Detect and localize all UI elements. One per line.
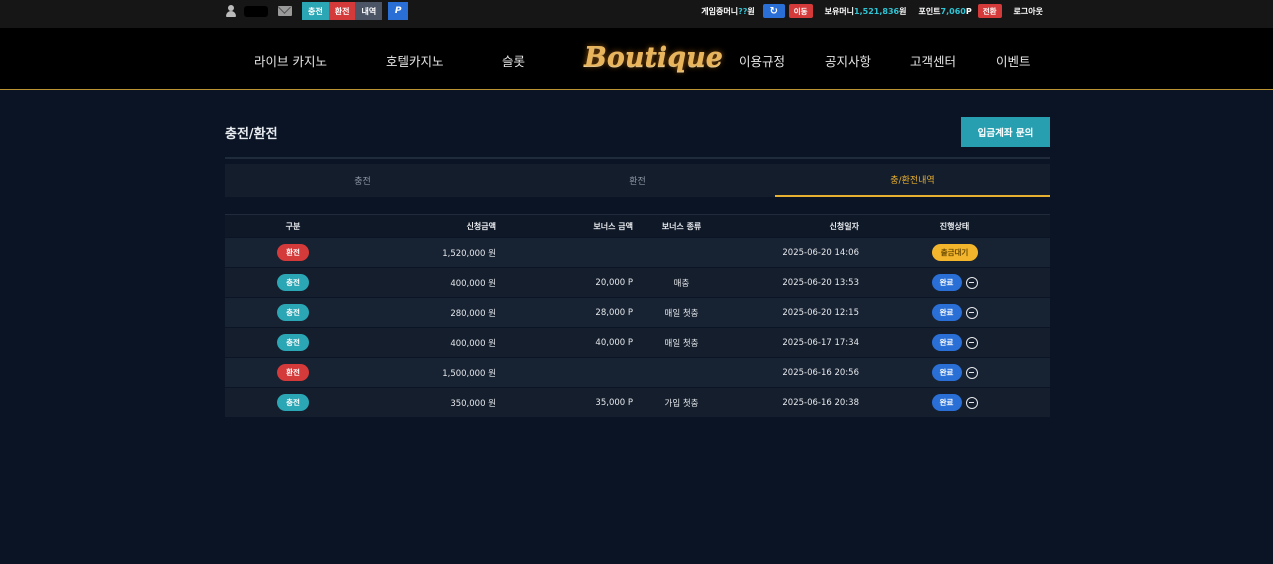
bonus-type-cell: 매일 첫충 xyxy=(664,338,699,349)
table-row: 충전 280,000 원 28,000 P 매일 첫충 2025-06-20 1… xyxy=(225,297,1050,327)
type-badge: 충전 xyxy=(277,304,309,321)
type-badge: 충전 xyxy=(277,274,309,291)
bonus-cell: 35,000 P xyxy=(595,397,633,408)
game-money-label: 게임중머니 xyxy=(701,6,739,16)
amount-cell: 280,000 원 xyxy=(450,308,496,319)
nav-item-live-casino[interactable]: 라이브 카지노 xyxy=(254,51,327,70)
type-badge: 충전 xyxy=(277,334,309,351)
status-badge: 완료 xyxy=(931,334,962,351)
page-title: 충전/환전 xyxy=(225,127,278,142)
header-status: 진행상태 xyxy=(939,221,970,231)
nav-item-event[interactable]: 이벤트 xyxy=(996,51,1031,70)
bonus-type-cell: 가입 첫충 xyxy=(664,398,699,409)
top-bar-left: 충전 환전 내역 P xyxy=(226,1,409,21)
date-cell: 2025-06-20 14:06 xyxy=(782,247,859,258)
table-header: 구분 신청금액 보너스 금액 보너스 종류 신청일자 진행상태 xyxy=(225,214,1050,237)
amount-cell: 1,520,000 원 xyxy=(442,248,496,259)
exchange-shortcut-button[interactable]: 환전 xyxy=(328,2,356,20)
table-row: 충전 400,000 원 20,000 P 매충 2025-06-20 13:5… xyxy=(225,267,1050,297)
date-cell: 2025-06-20 13:53 xyxy=(782,277,859,288)
point-value: 7,060 xyxy=(940,6,966,16)
amount-cell: 400,000 원 xyxy=(450,278,496,289)
point-unit: P xyxy=(965,6,972,16)
nav-item-support[interactable]: 고객센터 xyxy=(910,51,956,70)
type-badge: 충전 xyxy=(277,394,309,411)
status-badge: 완료 xyxy=(931,394,962,411)
history-shortcut-button[interactable]: 내역 xyxy=(355,2,383,20)
nav-item-hotel-casino[interactable]: 호텔카지노 xyxy=(386,51,444,70)
holding-money-unit: 원 xyxy=(899,6,907,16)
date-cell: 2025-06-16 20:56 xyxy=(782,367,859,378)
bonus-cell: 28,000 P xyxy=(595,307,633,318)
mail-icon[interactable] xyxy=(278,6,292,16)
masked-username xyxy=(244,5,268,17)
header-bonus: 보너스 금액 xyxy=(593,221,633,231)
tab-bar: 충전 환전 충/환전내역 xyxy=(225,164,1050,197)
deposit-account-inquiry-button[interactable]: 입금계좌 문의 xyxy=(961,117,1050,147)
delete-minus-icon[interactable] xyxy=(965,366,978,379)
table-row: 충전 350,000 원 35,000 P 가입 첫충 2025-06-16 2… xyxy=(225,387,1050,417)
delete-minus-icon[interactable] xyxy=(965,306,978,319)
convert-button[interactable]: 전환 xyxy=(977,4,1002,18)
status-badge: 출금대기 xyxy=(931,244,978,261)
table-row: 충전 400,000 원 40,000 P 매일 첫충 2025-06-17 1… xyxy=(225,327,1050,357)
tab-history[interactable]: 충/환전내역 xyxy=(775,164,1050,197)
move-button[interactable]: 이동 xyxy=(788,4,813,18)
charge-shortcut-button[interactable]: 충전 xyxy=(302,2,329,20)
tab-exchange[interactable]: 환전 xyxy=(500,164,775,197)
user-icon xyxy=(226,5,236,17)
header-type: 구분 xyxy=(285,221,301,231)
game-money-unit: 원 xyxy=(747,6,755,16)
status-badge: 완료 xyxy=(931,274,962,291)
date-cell: 2025-06-16 20:38 xyxy=(782,397,859,408)
date-cell: 2025-06-20 12:15 xyxy=(782,307,859,318)
tab-charge[interactable]: 충전 xyxy=(225,164,500,197)
holding-money-label: 보유머니 xyxy=(824,6,855,16)
amount-cell: 350,000 원 xyxy=(450,398,496,409)
amount-cell: 400,000 원 xyxy=(450,338,496,349)
point-label: 포인트 xyxy=(918,6,941,16)
refresh-icon[interactable]: ↻ xyxy=(762,4,785,18)
top-bar-right: 게임중머니 ?? 원 ↻ 이동 보유머니 1,521,836 원 포인트 7,0… xyxy=(701,1,1043,21)
logout-link[interactable]: 로그아웃 xyxy=(1014,6,1043,17)
top-bar: 충전 환전 내역 P 게임중머니 ?? 원 ↻ 이동 보유머니 1,521,83… xyxy=(0,0,1273,28)
header-bonus-type: 보너스 종류 xyxy=(661,221,702,231)
header-date: 신청일자 xyxy=(829,221,859,231)
delete-minus-icon[interactable] xyxy=(965,276,978,289)
delete-minus-icon[interactable] xyxy=(965,396,978,409)
brand-logo[interactable]: Boutique xyxy=(584,40,723,80)
point-icon-button[interactable]: P xyxy=(388,2,409,20)
nav-item-slot[interactable]: 슬롯 xyxy=(502,51,525,70)
header-amount: 신청금액 xyxy=(466,221,496,231)
nav-item-notice[interactable]: 공지사항 xyxy=(825,51,871,70)
date-cell: 2025-06-17 17:34 xyxy=(782,337,859,348)
game-money-value: ?? xyxy=(738,6,748,16)
table-row: 환전 1,500,000 원 2025-06-16 20:56 완료 xyxy=(225,357,1050,387)
divider xyxy=(225,157,1050,159)
history-table: 구분 신청금액 보너스 금액 보너스 종류 신청일자 진행상태 환전 1,520… xyxy=(225,214,1050,417)
amount-cell: 1,500,000 원 xyxy=(442,368,496,379)
bonus-cell: 20,000 P xyxy=(595,277,633,288)
holding-money-value: 1,521,836 xyxy=(854,6,900,16)
table-row: 환전 1,520,000 원 2025-06-20 14:06 출금대기 xyxy=(225,237,1050,267)
main-nav: 라이브 카지노 호텔카지노 슬롯 Boutique 이용규정 공지사항 고객센터… xyxy=(0,28,1273,90)
type-badge: 환전 xyxy=(277,244,309,261)
bonus-cell: 40,000 P xyxy=(595,337,633,348)
type-badge: 환전 xyxy=(277,364,309,381)
nav-item-terms[interactable]: 이용규정 xyxy=(739,51,785,70)
delete-minus-icon[interactable] xyxy=(965,336,978,349)
status-badge: 완료 xyxy=(931,304,962,321)
status-badge: 완료 xyxy=(931,364,962,381)
bonus-type-cell: 매충 xyxy=(673,278,690,289)
bonus-type-cell: 매일 첫충 xyxy=(664,308,699,319)
wallet-shortcuts: 충전 환전 내역 xyxy=(302,2,383,20)
